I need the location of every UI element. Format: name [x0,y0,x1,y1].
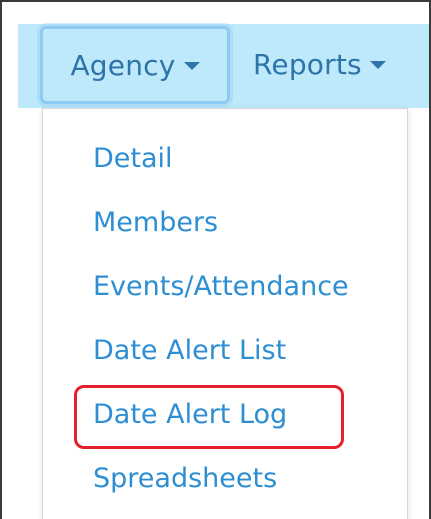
menu-item-members[interactable]: Members [93,207,218,238]
menu-item-events-attendance[interactable]: Events/Attendance [93,271,349,302]
caret-down-icon [183,62,200,70]
top-navbar: Agency Reports [18,24,429,108]
caret-down-icon [369,61,386,69]
screenshot-frame: Agency Reports Detail Members Events/Att… [0,0,431,519]
menu-item-detail[interactable]: Detail [93,143,173,174]
agency-label: Agency [70,48,176,82]
reports-dropdown-toggle[interactable]: Reports [253,24,386,104]
reports-label: Reports [253,47,362,81]
agency-dropdown-toggle[interactable]: Agency [40,26,230,104]
agency-dropdown-menu: Detail Members Events/Attendance Date Al… [42,108,408,519]
menu-item-spreadsheets[interactable]: Spreadsheets [93,463,277,494]
menu-item-date-alert-list[interactable]: Date Alert List [93,335,286,366]
menu-item-date-alert-log[interactable]: Date Alert Log [93,399,287,430]
